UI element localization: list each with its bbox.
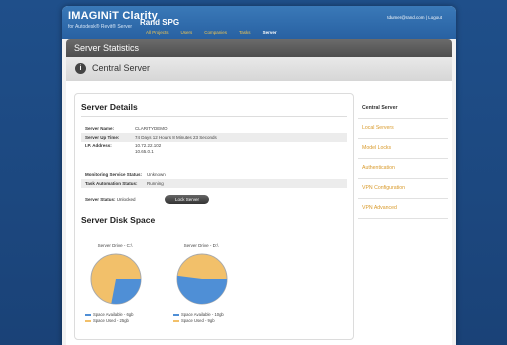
context-title: Central Server <box>92 63 151 73</box>
legend-text: Space Used - 9gb <box>181 318 215 323</box>
sidebar-item-central-server[interactable]: Central Server <box>358 99 448 119</box>
legend-swatch <box>173 319 179 322</box>
nav-companies[interactable]: Companies <box>204 30 227 35</box>
server-status-value: Unlocked <box>116 197 136 202</box>
pie-slice-available <box>111 279 141 304</box>
section-title: Server Statistics <box>74 43 140 53</box>
top-bar: IMAGINiT Clarity for Autodesk® Revit® Se… <box>62 6 456 39</box>
legend-text: Space Available - 6gb <box>93 312 134 317</box>
legend-used: Space Used - 9gb <box>173 318 224 324</box>
server-details-panel: Server Details Server Name: CLARITYDEMO … <box>74 93 354 340</box>
detail-value: CLARITYDEMO <box>135 126 168 131</box>
drive-d-legend: Space Available - 10gb Space Used - 9gb <box>173 312 224 324</box>
logout-link[interactable]: Logout <box>428 15 442 20</box>
user-bar: tdumer@rand.com | Logout <box>387 15 442 20</box>
legend-swatch <box>85 319 91 322</box>
brand-subtitle: for Autodesk® Revit® Server <box>68 24 133 30</box>
company-name: Rand SPG <box>140 18 180 27</box>
app-window: IMAGINiT Clarity for Autodesk® Revit® Se… <box>62 6 456 345</box>
sidebar-item-vpn-configuration[interactable]: VPN Configuration <box>358 179 448 199</box>
user-email[interactable]: tdumer@rand.com <box>387 15 424 20</box>
detail-value: Unknown <box>147 172 166 177</box>
detail-row: Task Automation Status: Running <box>81 179 347 188</box>
server-status-label: Server Status: <box>85 197 116 202</box>
server-icon: i <box>75 63 86 74</box>
nav-all-projects[interactable]: All Projects <box>146 30 169 35</box>
drive-c-legend: Space Available - 6gb Space Used - 25gb <box>85 312 133 324</box>
detail-row: Monitoring Service Status: Unknown <box>81 170 347 179</box>
drive-d-pie-chart <box>176 253 228 305</box>
legend-used: Space Used - 25gb <box>85 318 133 324</box>
drive-title: Server Drive - D:\ <box>183 243 219 248</box>
detail-value: 10.65.0.1 <box>135 149 154 154</box>
pie-slice-available <box>177 275 227 304</box>
sidebar-item-model-locks[interactable]: Model Locks <box>358 139 448 159</box>
nav-users[interactable]: Users <box>181 30 193 35</box>
divider <box>81 116 347 117</box>
main-nav: All Projects Users Companies Tasks Serve… <box>146 30 277 35</box>
user-separator: | <box>425 15 427 20</box>
legend-text: Space Available - 10gb <box>181 312 224 317</box>
nav-tasks[interactable]: Tasks <box>239 30 251 35</box>
detail-label: Task Automation Status: <box>85 181 138 186</box>
server-details-heading: Server Details <box>81 102 138 112</box>
lock-server-button[interactable]: Lock Server <box>165 195 209 204</box>
legend-swatch <box>173 313 179 316</box>
nav-server[interactable]: Server <box>263 30 277 35</box>
server-sidebar: Central Server Local Servers Model Locks… <box>358 99 448 219</box>
drive-title: Server Drive - C:\ <box>97 243 133 248</box>
server-status: Server Status: Unlocked <box>85 197 136 202</box>
detail-row: Server Name: CLARITYDEMO <box>81 124 347 133</box>
sidebar-item-authentication[interactable]: Authentication <box>358 159 448 179</box>
detail-row: 10.65.0.1 <box>81 147 347 156</box>
disk-space-heading: Server Disk Space <box>81 215 156 225</box>
legend-swatch <box>85 313 91 316</box>
legend-text: Space Used - 25gb <box>93 318 129 323</box>
detail-label: Monitoring Service Status: <box>85 172 143 177</box>
detail-value: Running <box>147 181 164 186</box>
sidebar-item-vpn-advanced[interactable]: VPN Advanced <box>358 199 448 219</box>
sidebar-item-local-servers[interactable]: Local Servers <box>358 119 448 139</box>
drive-c-pie-chart <box>90 253 142 305</box>
detail-label: Server Name: <box>85 126 115 131</box>
main-content: Server Details Server Name: CLARITYDEMO … <box>66 81 452 345</box>
section-header: Server Statistics <box>66 39 452 57</box>
context-bar: i Central Server <box>66 57 452 82</box>
